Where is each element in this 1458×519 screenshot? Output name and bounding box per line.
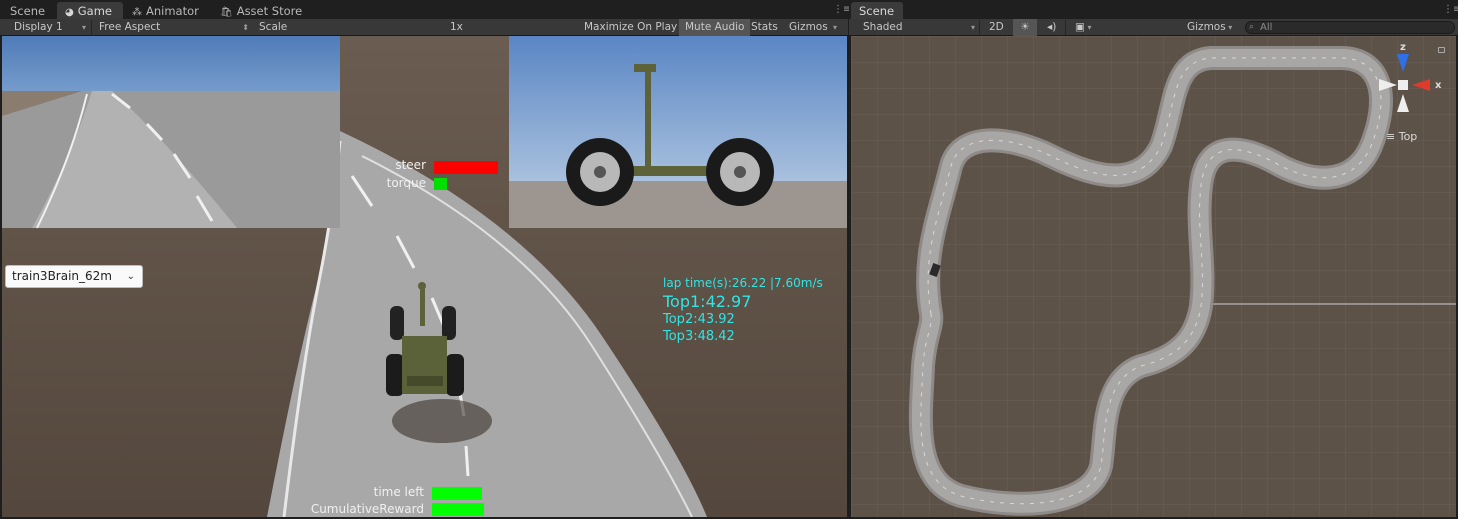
torque-bar [434, 178, 447, 190]
gizmos-arrow-icon[interactable]: ▾ [827, 19, 843, 36]
front-camera-inset [2, 36, 340, 229]
tab-scene-right[interactable]: Scene [851, 2, 903, 19]
gizmo-z-label: z [1400, 42, 1406, 53]
gizmo-neg-z-arrow-icon[interactable] [1397, 94, 1409, 112]
lap-time-text: lap time(s):26.22 [663, 276, 767, 290]
orientation-gizmo[interactable]: z x ≡ Top [1379, 42, 1451, 143]
gizmo-x-arrow-icon[interactable] [1412, 79, 1430, 91]
separator [91, 20, 92, 35]
gizmo-x-label: x [1435, 80, 1442, 91]
scene-effects-icon[interactable]: ▣ ▾ [1069, 19, 1095, 36]
tab-asset-store[interactable]: 🛍 Asset Store [212, 2, 310, 19]
separator [979, 20, 980, 35]
tab-asset-store-label: Asset Store [236, 4, 303, 18]
search-placeholder: All [1260, 22, 1273, 33]
side-camera-inset [509, 36, 847, 228]
cumulative-reward-bar [432, 503, 484, 516]
search-icon: ⌕ [1249, 22, 1255, 32]
tab-game-label: Game [77, 4, 112, 18]
scene-lighting-icon[interactable]: ☀ [1013, 19, 1037, 36]
tab-animator[interactable]: ⁂ Animator [124, 2, 207, 19]
shading-mode-label: Shaded [863, 21, 903, 33]
scene-toolbar: Shaded ▾ 2D ☀ ◂) ▣ ▾ Gizmos ▾ ⌕ All [849, 19, 1458, 36]
tab-scene-label: Scene [10, 4, 46, 18]
separator [1065, 20, 1066, 35]
steer-label: steer [395, 158, 426, 172]
game-view[interactable]: steer torque lap time(s):26.22 |7.60m/s … [2, 36, 847, 517]
speed-text: |7.60m/s [770, 276, 823, 290]
steer-bar [434, 161, 498, 174]
display-select-label: Display 1 [14, 21, 63, 33]
unity-editor: Scene ◕ Game ⁂ Animator 🛍 Asset Store ⋮≡ Sc… [0, 0, 1458, 519]
shopping-bag-icon: 🛍 [220, 7, 233, 18]
scale-value: 1x [450, 21, 463, 33]
2d-toggle[interactable]: 2D [983, 19, 1010, 36]
time-left-bar [432, 487, 482, 500]
scene-gizmos-label: Gizmos [1187, 21, 1226, 33]
display-select[interactable]: Display 1 ▾ [8, 19, 90, 36]
tab-scene-right-label: Scene [859, 4, 895, 18]
scene-view[interactable]: z x ≡ Top [851, 36, 1456, 517]
view-mode-text: Top [1398, 130, 1418, 143]
scene-render [851, 36, 1456, 517]
maximize-on-play-toggle[interactable]: Maximize On Play [578, 19, 683, 36]
shading-arrow-icon: ▾ [970, 23, 975, 32]
brain-select[interactable]: train3Brain_62m ⌄ [5, 265, 143, 288]
aspect-select-label: Free Aspect [99, 21, 161, 33]
panel-menu-icon[interactable]: ⋮≡ [833, 5, 851, 15]
mute-audio-toggle[interactable]: Mute Audio [679, 19, 751, 36]
scene-audio-icon[interactable]: ◂) [1041, 19, 1063, 36]
gizmo-z-arrow-icon[interactable] [1397, 54, 1409, 72]
tab-animator-label: Animator [146, 4, 199, 18]
top2-text: Top2:43.92 [663, 312, 735, 327]
tab-scene[interactable]: Scene [2, 2, 53, 19]
scene-gizmos-toggle[interactable]: Gizmos ▾ [1181, 19, 1238, 36]
left-tab-strip: Scene ◕ Game ⁂ Animator 🛍 Asset Store ⋮≡ [0, 0, 851, 19]
stats-toggle[interactable]: Stats [745, 19, 784, 36]
aspect-arrow-icon: ⬍ [242, 23, 249, 32]
game-toolbar: Display 1 ▾ Free Aspect ⬍ Scale 1x Maximiz… [0, 19, 848, 51]
brain-select-value: train3Brain_62m [12, 269, 112, 283]
animator-icon: ⁂ [132, 7, 142, 18]
game-controller-icon: ◕ [65, 7, 74, 18]
gizmo-neg-x-arrow-icon[interactable] [1379, 79, 1397, 91]
lock-icon[interactable] [1438, 47, 1445, 53]
scale-label: Scale [259, 21, 288, 33]
hamburger-icon: ≡ [1386, 130, 1396, 143]
time-left-label: time left [373, 485, 424, 499]
aspect-select[interactable]: Free Aspect ⬍ [93, 19, 253, 36]
right-tab-strip: Scene ⋮≡ [849, 0, 1458, 19]
view-mode-label[interactable]: ≡ Top [1386, 130, 1417, 143]
cumulative-reward-label: CumulativeReward [310, 502, 424, 516]
gizmo-center-cube-icon[interactable] [1398, 80, 1408, 90]
tab-game[interactable]: ◕ Game [57, 2, 123, 19]
scene-search-input[interactable]: ⌕ All [1245, 21, 1455, 34]
top1-text: Top1:42.97 [663, 292, 752, 311]
scene-panel-menu-icon[interactable]: ⋮≡ [1443, 5, 1458, 15]
shading-mode-select[interactable]: Shaded ▾ [857, 19, 977, 36]
display-arrow-icon: ▾ [81, 23, 86, 32]
top3-text: Top3:48.42 [663, 329, 735, 344]
chevron-down-icon: ⌄ [126, 271, 135, 282]
torque-label: torque [386, 176, 426, 190]
